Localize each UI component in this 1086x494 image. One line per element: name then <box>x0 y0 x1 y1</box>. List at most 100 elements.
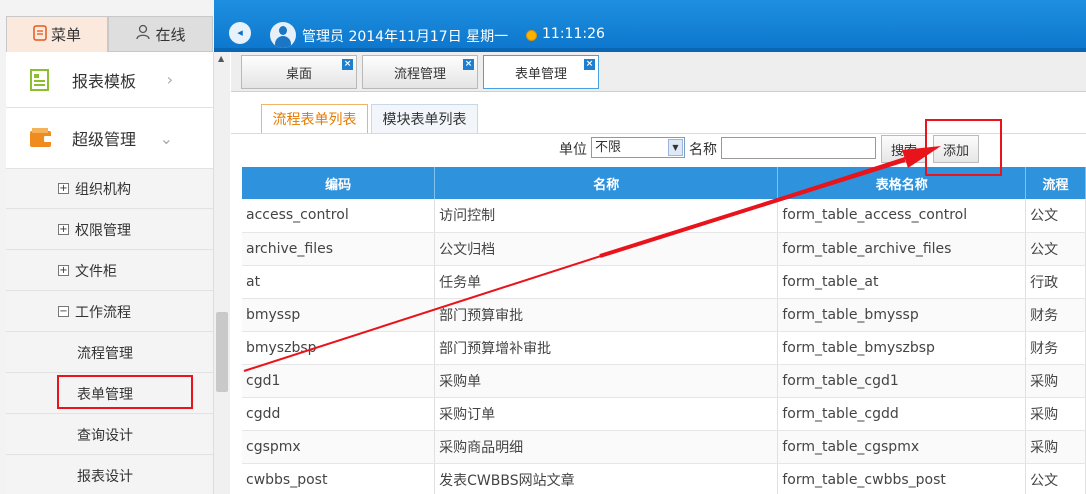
chevron-down-icon[interactable]: ▼ <box>668 139 683 156</box>
name-label: 名称 <box>689 142 717 158</box>
tab-label: 表单管理 <box>514 66 567 82</box>
sidebar-item-label: 超级管理 <box>72 130 137 149</box>
table-cell: form_table_cwbbs_post <box>777 463 1027 494</box>
scrollbar-thumb[interactable] <box>216 312 228 392</box>
name-input[interactable] <box>721 137 876 159</box>
clock-icon <box>526 30 537 41</box>
close-icon[interactable]: × <box>584 59 595 70</box>
sidebar-item-flow-management[interactable]: 流程管理 <box>6 333 213 373</box>
table-cell: form_table_cgd1 <box>777 364 1027 398</box>
sidebar-tab-online[interactable]: 在线 <box>108 16 213 52</box>
clock-time: 11:11:26 <box>542 26 605 42</box>
tree-item-org[interactable]: + 组织机构 <box>6 169 213 209</box>
tree-item-label: 组织机构 <box>75 181 131 198</box>
table-cell: bmyssp <box>242 298 436 332</box>
subtab-flow-form-list[interactable]: 流程表单列表 <box>261 104 368 134</box>
unit-label: 单位 <box>559 142 587 158</box>
table-cell: 公文 <box>1025 232 1086 266</box>
user-icon <box>135 24 151 44</box>
table-cell: form_table_at <box>777 265 1027 299</box>
table-cell: 公文 <box>1025 199 1086 233</box>
table-cell: 采购商品明细 <box>434 430 779 464</box>
tree-item-permission[interactable]: + 权限管理 <box>6 210 213 250</box>
table-cell: 采购 <box>1025 430 1086 464</box>
table-cell: 访问控制 <box>434 199 779 233</box>
collapse-icon[interactable]: − <box>58 306 69 317</box>
tab-flow-management[interactable]: 流程管理 × <box>362 55 478 89</box>
table-row[interactable]: archive_files 公文归档 form_table_archive_file… <box>242 232 1086 266</box>
unit-select-value: 不限 <box>595 140 622 155</box>
sidebar-scrollbar[interactable]: ▲ <box>213 52 230 494</box>
table-cell: 财务 <box>1025 331 1086 365</box>
table-row[interactable]: cgd1 采购单 form_table_cgd1 采购 <box>242 364 1086 398</box>
sidebar-tab-online-label: 在线 <box>155 25 186 44</box>
tree-item-workflow[interactable]: − 工作流程 <box>6 292 213 332</box>
table-row[interactable]: bmyszbsp 部门预算增补审批 form_table_bmyszbsp 财务 <box>242 331 1086 365</box>
report-template-icon <box>28 68 52 92</box>
table-cell: cgd1 <box>242 364 436 398</box>
column-header-flow[interactable]: 流程 <box>1025 167 1086 199</box>
tree-item-label: 权限管理 <box>75 222 131 239</box>
expand-icon[interactable]: + <box>58 224 69 235</box>
subtab-module-form-list[interactable]: 模块表单列表 <box>371 104 478 134</box>
sidebar-item-query-design[interactable]: 查询设计 <box>6 415 213 455</box>
expand-icon[interactable]: + <box>58 265 69 276</box>
highlight-box-add-button <box>925 119 1002 176</box>
tab-desktop[interactable]: 桌面 × <box>241 55 357 89</box>
table-cell: form_table_bmyszbsp <box>777 331 1027 365</box>
tab-label: 桌面 <box>285 66 312 82</box>
highlight-box-form-management <box>57 375 193 409</box>
table-row[interactable]: cwbbs_post 发表CWBBS网站文章 form_table_cwbbs_po… <box>242 463 1086 494</box>
tree-item-file-cabinet[interactable]: + 文件柜 <box>6 251 213 291</box>
close-icon[interactable]: × <box>463 59 474 70</box>
chevron-right-icon: › <box>166 70 173 89</box>
form-table: 编码 名称 表格名称 流程 access_control 访问控制 form_tab… <box>242 167 1086 494</box>
column-header-code[interactable]: 编码 <box>242 167 436 199</box>
table-row[interactable]: at 任务单 form_table_at 行政 <box>242 265 1086 299</box>
page-tab-strip: 桌面 × 流程管理 × 表单管理 × <box>231 52 1086 92</box>
table-cell: 行政 <box>1025 265 1086 299</box>
table-cell: 采购 <box>1025 397 1086 431</box>
table-row[interactable]: cgspmx 采购商品明细 form_table_cgspmx 采购 <box>242 430 1086 464</box>
table-cell: 部门预算增补审批 <box>434 331 779 365</box>
table-cell: form_table_access_control <box>777 199 1027 233</box>
collapse-sidebar-button[interactable]: ◂ <box>229 22 251 44</box>
sidebar-tab-menu-label: 菜单 <box>50 26 81 44</box>
scroll-up-icon[interactable]: ▲ <box>218 54 224 63</box>
tree-item-label: 工作流程 <box>75 304 131 321</box>
table-cell: form_table_bmyssp <box>777 298 1027 332</box>
column-header-name[interactable]: 名称 <box>434 167 779 199</box>
expand-icon[interactable]: + <box>58 183 69 194</box>
table-cell: bmyszbsp <box>242 331 436 365</box>
tab-form-management[interactable]: 表单管理 × <box>483 55 599 89</box>
table-cell: 采购 <box>1025 364 1086 398</box>
sidebar: 菜单 在线 报表模板 › 超级管理 ⌄ + 组织机构 + 权限管理 + 文件柜 … <box>0 0 214 494</box>
menu-doc-icon <box>33 24 47 45</box>
table-cell: cwbbs_post <box>242 463 436 494</box>
table-row[interactable]: bmyssp 部门预算审批 form_table_bmyssp 财务 <box>242 298 1086 332</box>
unit-select[interactable]: 不限 ▼ <box>591 137 685 158</box>
search-button[interactable]: 搜索 <box>881 135 927 163</box>
table-row[interactable]: cgdd 采购订单 form_table_cgdd 采购 <box>242 397 1086 431</box>
sidebar-item-report-template[interactable]: 报表模板 › <box>6 52 213 108</box>
table-row[interactable]: access_control 访问控制 form_table_access_cont… <box>242 199 1086 233</box>
sidebar-item-report-design[interactable]: 报表设计 <box>6 456 213 494</box>
user-info: 管理员 2014年11月17日 星期一 <box>302 29 509 45</box>
table-cell: form_table_archive_files <box>777 232 1027 266</box>
sidebar-item-label: 报表模板 <box>72 71 137 91</box>
table-cell: 部门预算审批 <box>434 298 779 332</box>
table-cell: at <box>242 265 436 299</box>
table-cell: 采购订单 <box>434 397 779 431</box>
tab-label: 流程管理 <box>393 66 446 82</box>
table-cell: 采购单 <box>434 364 779 398</box>
sidebar-tab-menu[interactable]: 菜单 <box>6 16 108 52</box>
sidebar-item-super-admin[interactable]: 超级管理 ⌄ <box>6 108 213 169</box>
table-cell: 任务单 <box>434 265 779 299</box>
table-cell: archive_files <box>242 232 436 266</box>
table-cell: form_table_cgdd <box>777 397 1027 431</box>
avatar <box>270 22 296 48</box>
table-cell: cgdd <box>242 397 436 431</box>
close-icon[interactable]: × <box>342 59 353 70</box>
wallet-icon <box>28 126 52 150</box>
table-cell: cgspmx <box>242 430 436 464</box>
